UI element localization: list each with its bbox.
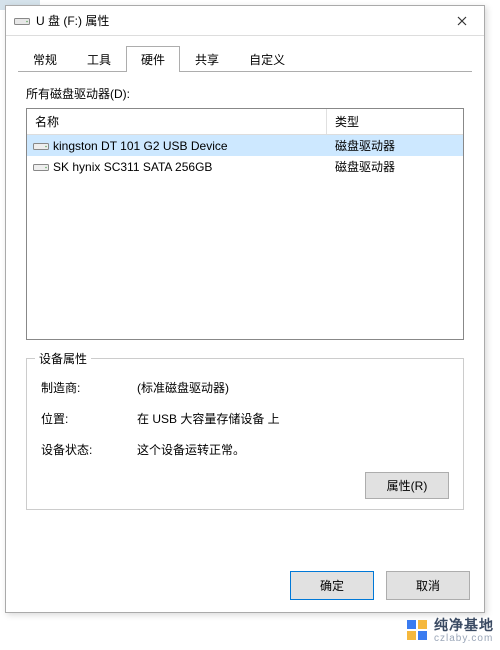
manufacturer-row: 制造商: (标准磁盘驱动器) [41, 379, 449, 396]
window-title: U 盘 (F:) 属性 [36, 12, 442, 29]
manufacturer-label: 制造商: [41, 379, 137, 396]
watermark-cn: 纯净基地 [434, 615, 494, 635]
watermark-logo-icon [406, 619, 428, 641]
drive-name: kingston DT 101 G2 USB Device [53, 139, 327, 153]
ok-button[interactable]: 确定 [290, 571, 374, 600]
manufacturer-value: (标准磁盘驱动器) [137, 379, 449, 396]
disk-icon [33, 161, 49, 173]
list-item[interactable]: SK hynix SC311 SATA 256GB 磁盘驱动器 [27, 156, 463, 177]
status-value: 这个设备运转正常。 [137, 441, 449, 458]
tab-label: 自定义 [249, 53, 285, 67]
status-row: 设备状态: 这个设备运转正常。 [41, 441, 449, 458]
tab-tools[interactable]: 工具 [72, 46, 126, 72]
location-row: 位置: 在 USB 大容量存储设备 上 [41, 410, 449, 427]
drives-listview[interactable]: 名称 类型 kingston DT 101 G2 USB Device 磁盘驱动… [26, 108, 464, 340]
drive-type: 磁盘驱动器 [327, 137, 463, 154]
column-name[interactable]: 名称 [27, 109, 327, 134]
close-button[interactable] [442, 7, 482, 35]
device-properties-button[interactable]: 属性(R) [365, 472, 449, 499]
properties-dialog: U 盘 (F:) 属性 常规 工具 硬件 共享 自定义 所有磁盘驱动器(D): … [5, 5, 485, 613]
tabstrip-divider [18, 71, 472, 72]
location-value: 在 USB 大容量存储设备 上 [137, 410, 449, 427]
properties-button-row: 属性(R) [41, 472, 449, 499]
tab-label: 共享 [195, 53, 219, 67]
tab-label: 常规 [33, 53, 57, 67]
tab-label: 硬件 [141, 53, 165, 67]
drive-type: 磁盘驱动器 [327, 158, 463, 175]
watermark-en: czlaby.com [434, 633, 494, 644]
tab-general[interactable]: 常规 [18, 46, 72, 72]
cancel-button[interactable]: 取消 [386, 571, 470, 600]
tab-customize[interactable]: 自定义 [234, 46, 300, 72]
drive-icon [14, 15, 30, 27]
list-item[interactable]: kingston DT 101 G2 USB Device 磁盘驱动器 [27, 135, 463, 156]
tab-hardware[interactable]: 硬件 [126, 46, 180, 72]
titlebar[interactable]: U 盘 (F:) 属性 [6, 6, 484, 36]
column-type[interactable]: 类型 [327, 109, 463, 134]
tabstrip: 常规 工具 硬件 共享 自定义 [6, 36, 484, 72]
location-label: 位置: [41, 410, 137, 427]
tab-label: 工具 [87, 53, 111, 67]
watermark-text: 纯净基地 czlaby.com [434, 615, 494, 644]
tab-sharing[interactable]: 共享 [180, 46, 234, 72]
groupbox-legend: 设备属性 [35, 350, 91, 367]
status-label: 设备状态: [41, 441, 137, 458]
dialog-button-bar: 确定 取消 [6, 561, 484, 612]
watermark: 纯净基地 czlaby.com [406, 615, 494, 644]
listview-body: kingston DT 101 G2 USB Device 磁盘驱动器 SK h… [27, 135, 463, 339]
listview-header[interactable]: 名称 类型 [27, 109, 463, 135]
hardware-panel: 所有磁盘驱动器(D): 名称 类型 kingston DT 101 G2 USB… [6, 73, 484, 561]
device-properties-group: 设备属性 制造商: (标准磁盘驱动器) 位置: 在 USB 大容量存储设备 上 … [26, 358, 464, 510]
all-drives-label: 所有磁盘驱动器(D): [26, 85, 464, 102]
disk-icon [33, 140, 49, 152]
drive-name: SK hynix SC311 SATA 256GB [53, 160, 327, 174]
